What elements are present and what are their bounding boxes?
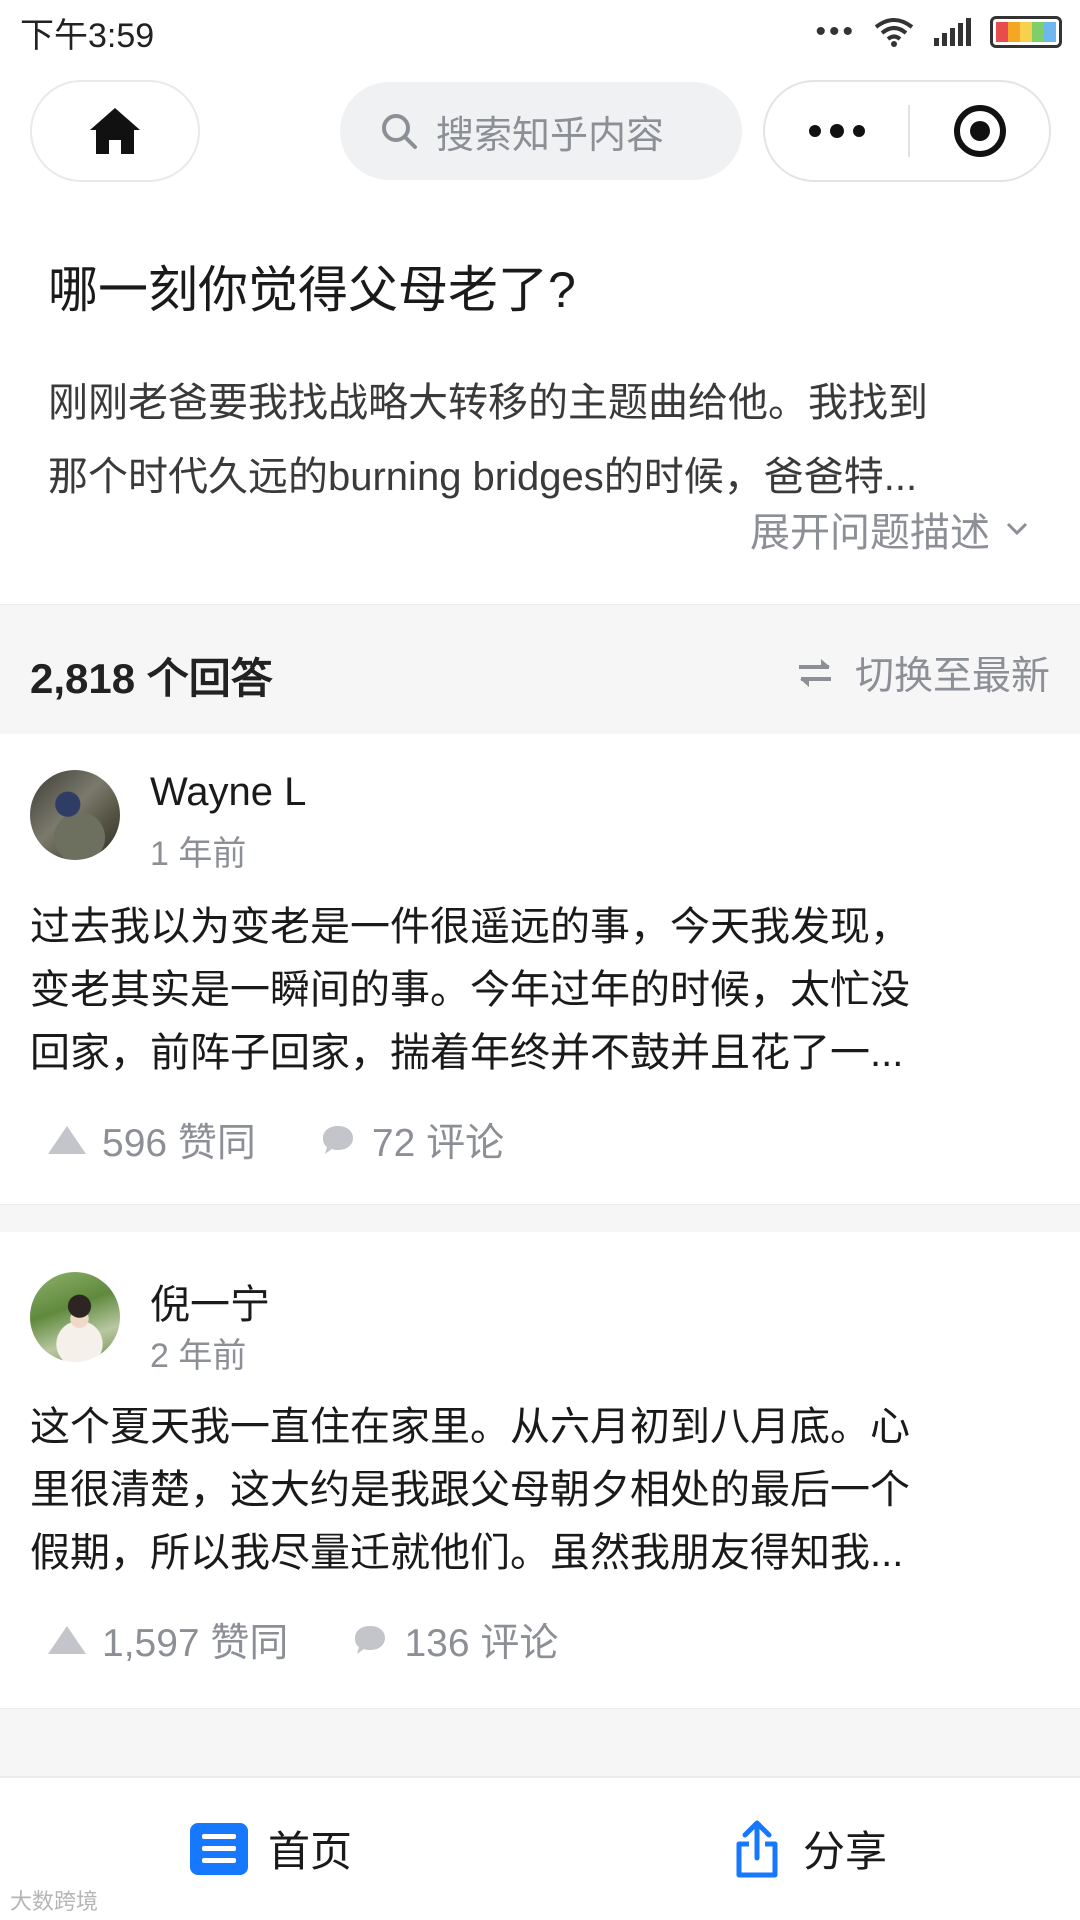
- excerpt-line: 过去我以为变老是一件很遥远的事，今天我发现，: [30, 905, 910, 949]
- answer-excerpt[interactable]: 这个夏天我一直住在家里。从六月初到八月底。心 里很清楚，这大约是我跟父母朝夕相处…: [30, 1396, 1050, 1585]
- chevron-down-icon: [1006, 522, 1028, 536]
- answer-card[interactable]: Wayne L 1 年前 过去我以为变老是一件很遥远的事，今天我发现， 变老其实…: [0, 734, 1080, 1204]
- status-bar: 下午3:59 •••: [0, 0, 1080, 64]
- upvote-icon: [48, 1626, 86, 1654]
- battery-cell: [1020, 22, 1032, 42]
- home-icon: [90, 108, 140, 154]
- top-nav: 搜索知乎内容: [0, 80, 1080, 184]
- share-label: 分享: [803, 1828, 888, 1875]
- card-separator: [0, 1204, 1080, 1232]
- bottom-bar: 首页 分享: [0, 1776, 1080, 1920]
- comment-icon: [355, 1626, 386, 1654]
- avatar[interactable]: [30, 770, 120, 860]
- tab-home[interactable]: 首页: [190, 1818, 352, 1879]
- more-dots-icon: [808, 125, 821, 137]
- author-name[interactable]: Wayne L: [150, 770, 306, 815]
- comment-count: 136 评论: [404, 1622, 559, 1665]
- question-title[interactable]: 哪一刻你觉得父母老了?: [48, 258, 1038, 322]
- battery-cell: [1044, 22, 1056, 42]
- more-dots-icon: [829, 124, 844, 138]
- battery-icon: [990, 16, 1062, 48]
- status-time: 下午3:59: [20, 16, 155, 55]
- battery-cell: [996, 22, 1008, 42]
- comment-button[interactable]: 136 评论: [352, 1612, 558, 1668]
- battery-cell: [1008, 22, 1020, 42]
- excerpt-line: 这个夏天我一直住在家里。从六月初到八月底。心: [30, 1405, 910, 1449]
- comment-button[interactable]: 72 评论: [320, 1112, 504, 1168]
- search-icon: [382, 114, 417, 149]
- notification-dots-icon: •••: [815, 15, 856, 48]
- answer-stats: 1,597 赞同 136 评论: [48, 1612, 558, 1668]
- answer-card[interactable]: 倪一宁 2 年前 这个夏天我一直住在家里。从六月初到八月底。心 里很清楚，这大约…: [0, 1232, 1080, 1708]
- search-placeholder: 搜索知乎内容: [436, 114, 665, 157]
- watermark: 大数跨境: [10, 1889, 99, 1914]
- list-icon: [190, 1822, 248, 1875]
- battery-cell: [1032, 22, 1044, 42]
- more-dots-icon: [852, 125, 865, 137]
- more-button[interactable]: [765, 82, 908, 180]
- search-input[interactable]: 搜索知乎内容: [340, 82, 742, 180]
- vote-count: 596 赞同: [102, 1122, 256, 1165]
- switch-sort-label: 切换至最新: [854, 655, 1050, 698]
- comment-count: 72 评论: [371, 1122, 505, 1165]
- vote-button[interactable]: 596 赞同: [48, 1112, 256, 1168]
- upvote-icon: [48, 1126, 86, 1154]
- status-icons: •••: [815, 16, 1062, 48]
- question-description-line: 刚刚老爸要我找战略大转移的主题曲给他。我找到: [48, 381, 928, 425]
- close-button[interactable]: [910, 82, 1049, 180]
- answer-stats: 596 赞同 72 评论: [48, 1112, 504, 1168]
- excerpt-line: 变老其实是一瞬间的事。今年过年的时候，太忙没: [30, 968, 910, 1012]
- swap-icon: [798, 659, 831, 687]
- answer-excerpt[interactable]: 过去我以为变老是一件很遥远的事，今天我发现， 变老其实是一瞬间的事。今年过年的时…: [30, 896, 1050, 1085]
- question-description[interactable]: 刚刚老爸要我找战略大转移的主题曲给他。我找到 那个时代久远的burning br…: [48, 366, 1038, 514]
- comment-icon: [322, 1126, 353, 1154]
- vote-button[interactable]: 1,597 赞同: [48, 1612, 288, 1668]
- signal-icon: [934, 18, 971, 46]
- avatar[interactable]: [30, 1272, 120, 1362]
- share-button[interactable]: 分享: [735, 1818, 887, 1879]
- expand-label: 展开问题描述: [750, 511, 990, 555]
- target-close-icon: [953, 105, 1006, 157]
- switch-sort-button[interactable]: 切换至最新: [797, 645, 1050, 701]
- card-separator: [0, 1708, 1080, 1776]
- wifi-icon: [874, 18, 914, 47]
- excerpt-line: 里很清楚，这大约是我跟父母朝夕相处的最后一个: [30, 1468, 910, 1512]
- author-name[interactable]: 倪一宁: [150, 1272, 270, 1330]
- share-icon: [736, 1820, 778, 1877]
- mini-program-capsule: [763, 80, 1051, 182]
- excerpt-line: 假期，所以我尽量迁就他们。虽然我朋友得知我...: [30, 1531, 904, 1575]
- answers-count: 2,818 个回答: [30, 655, 273, 702]
- answer-time: 1 年前: [150, 835, 247, 873]
- answer-time: 2 年前: [150, 1337, 247, 1375]
- tab-home-label: 首页: [268, 1828, 353, 1875]
- excerpt-line: 回家，前阵子回家，揣着年终并不鼓并且花了一...: [30, 1031, 904, 1075]
- home-button[interactable]: [30, 80, 200, 182]
- expand-description-button[interactable]: 展开问题描述: [750, 496, 1028, 562]
- vote-count: 1,597 赞同: [102, 1622, 289, 1665]
